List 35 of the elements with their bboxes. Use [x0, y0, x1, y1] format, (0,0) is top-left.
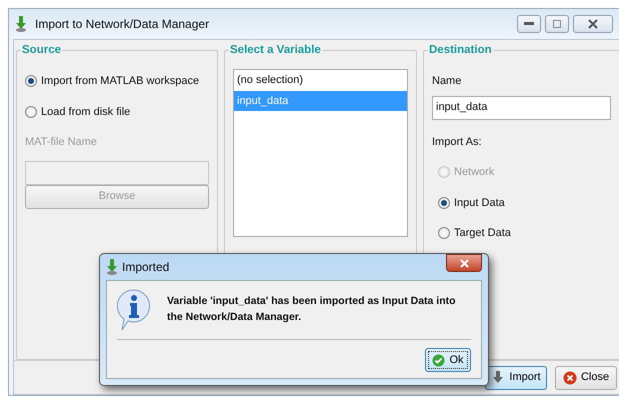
- maximize-icon: [553, 20, 561, 28]
- list-item[interactable]: (no selection): [234, 70, 407, 90]
- radio-button[interactable]: [25, 106, 37, 118]
- close-icon: [562, 370, 577, 384]
- minimize-icon: [524, 22, 534, 26]
- import-button[interactable]: Import: [485, 366, 547, 390]
- maximize-button[interactable]: [545, 15, 569, 33]
- file-name-field[interactable]: [25, 160, 209, 184]
- close-button[interactable]: [446, 254, 482, 272]
- close-icon: [460, 258, 468, 268]
- close-button[interactable]: Close: [555, 366, 617, 390]
- minimize-button[interactable]: [517, 15, 541, 33]
- field-label: Import As:: [432, 134, 483, 150]
- field-label: MAT-file Name: [25, 135, 98, 150]
- radio-button[interactable]: [25, 75, 37, 88]
- radio-label: Target Data: [454, 226, 511, 241]
- field-label: Name: [432, 74, 462, 89]
- radio-label: Input Data: [454, 196, 505, 210]
- ok-button[interactable]: Ok: [425, 348, 471, 372]
- window-title: Import to Network/Data Manager: [35, 16, 210, 33]
- close-icon: [588, 19, 598, 29]
- radio-button[interactable]: [438, 227, 450, 240]
- dialog-title: Imported: [122, 259, 170, 276]
- close-button[interactable]: [573, 15, 613, 33]
- radio-button[interactable]: [438, 196, 450, 209]
- download-arrow-icon: [15, 16, 27, 32]
- message-text: Variable 'input_data' has been imported as Input Data into the Network/Data Manager.: [167, 294, 457, 325]
- check-icon: [432, 354, 446, 366]
- download-arrow-icon: [106, 259, 118, 275]
- download-arrow-icon: [491, 370, 506, 384]
- name-field[interactable]: input_data: [432, 96, 611, 120]
- info-icon: [117, 289, 151, 331]
- radio-label: Network: [454, 165, 494, 180]
- radio-label: Import from MATLAB workspace: [41, 74, 200, 89]
- radio-label: Load from disk file: [41, 104, 130, 120]
